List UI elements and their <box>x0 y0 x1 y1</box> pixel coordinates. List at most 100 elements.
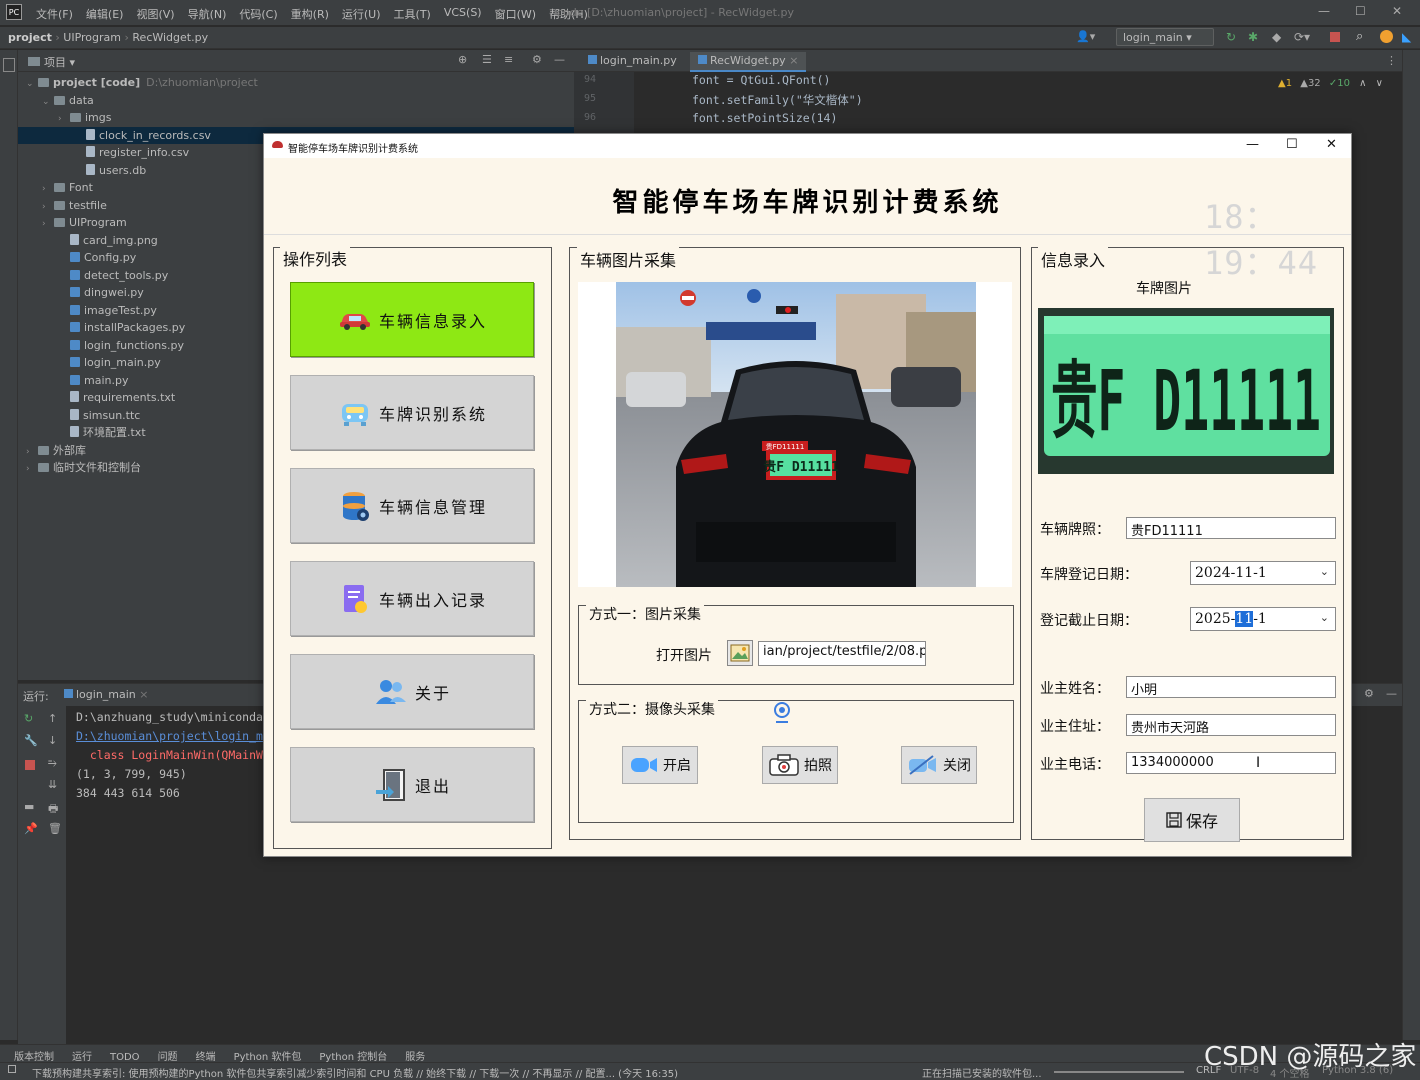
code-line: font = QtGui.QFont() <box>692 73 831 87</box>
expand-all-icon[interactable]: ☰ <box>482 53 492 66</box>
profile-icon[interactable]: ⟳▾ <box>1294 30 1310 44</box>
coverage-icon[interactable]: ◆ <box>1272 30 1281 44</box>
owner-phone-field[interactable]: 1334000000 <box>1126 752 1336 774</box>
python-file-icon <box>698 55 707 64</box>
locate-icon[interactable]: ⊕ <box>458 53 467 66</box>
app-heading: 智能停车场车牌识别计费系统 <box>612 188 1003 218</box>
register-date-select[interactable]: 2024-11-1 ⌄ <box>1190 561 1336 585</box>
owner-name-field[interactable]: 小明 <box>1126 676 1336 698</box>
collapse-all-icon[interactable]: ≡ <box>504 53 513 66</box>
pin-icon[interactable]: 📌 <box>24 822 38 835</box>
open-image-button[interactable] <box>727 640 753 666</box>
wrench-icon[interactable]: 🔧 <box>24 734 38 747</box>
project-panel-header: 项目 ▾ ⊕ ☰ ≡ ⚙ — <box>18 50 574 72</box>
maximize-icon[interactable]: ☐ <box>1286 137 1298 152</box>
scroll-end-icon[interactable]: ⇊ <box>48 778 57 791</box>
nav-button-1[interactable]: 车辆信息录入 <box>290 282 534 357</box>
hide-panel-icon[interactable]: — <box>554 53 565 66</box>
layout-icon[interactable]: ▬ <box>24 800 34 813</box>
chevron-right-icon[interactable]: › <box>58 111 70 129</box>
run-output[interactable]: D:\anzhuang_study\miniconda D:\zhuomian\… <box>76 710 263 805</box>
nav-button-3[interactable]: 车辆信息管理 <box>290 468 534 543</box>
rerun-icon[interactable]: ↻ <box>24 712 33 725</box>
settings-gear-icon[interactable]: ⚙ <box>1364 687 1374 700</box>
debug-icon[interactable]: ✱ <box>1248 30 1258 44</box>
scroll-up-icon[interactable]: ↑ <box>48 712 57 725</box>
nav-button-5[interactable]: 关于 <box>290 654 534 729</box>
expire-date-select[interactable]: 2025-11-1 ⌄ <box>1190 607 1336 631</box>
more-tabs-icon[interactable]: ⋮ <box>1386 54 1397 67</box>
chevron-right-icon[interactable]: › <box>42 216 54 234</box>
trash-icon[interactable]: 🗑 <box>48 822 62 835</box>
plugin-icon[interactable]: ◣ <box>1402 30 1411 44</box>
menu-item[interactable]: 重构(R) <box>291 6 329 22</box>
tab-login-main[interactable]: login_main.py <box>580 52 685 72</box>
save-button[interactable]: 保存 <box>1144 798 1240 842</box>
menu-item[interactable]: 工具(T) <box>394 6 431 22</box>
tree-item-label: Config.py <box>84 251 137 264</box>
nav-button-6[interactable]: 退出 <box>290 747 534 822</box>
owner-address-field[interactable]: 贵州市天河路 <box>1126 714 1336 736</box>
minimize-icon[interactable]: — <box>1246 137 1259 152</box>
chevron-down-icon[interactable]: ⌄ <box>42 94 54 112</box>
close-icon[interactable]: ✕ <box>1392 4 1402 18</box>
run-label: 运行: <box>23 690 49 703</box>
project-panel-title[interactable]: 项目 <box>44 56 66 69</box>
camera-close-button[interactable]: 关闭 <box>901 746 977 784</box>
menu-item[interactable]: 运行(U) <box>342 6 381 22</box>
tree-item[interactable]: › imgs <box>18 109 574 127</box>
stop-icon[interactable] <box>25 760 35 770</box>
hide-panel-icon[interactable]: — <box>1386 687 1397 700</box>
status-progress-text: 正在扫描已安装的软件包... <box>922 1069 1042 1080</box>
close-tab-icon[interactable]: × <box>139 688 148 701</box>
breadcrumb-folder[interactable]: UIProgram <box>63 31 121 44</box>
chevron-down-icon[interactable]: ∨ <box>1376 78 1383 89</box>
menu-item[interactable]: 编辑(E) <box>86 6 124 22</box>
tree-item[interactable]: ⌄ data <box>18 92 574 110</box>
tree-item[interactable]: ⌄ project [code] D:\zhuomian\project <box>18 74 574 92</box>
menu-item[interactable]: 导航(N) <box>188 6 227 22</box>
soft-wrap-icon[interactable]: ⥱ <box>48 756 57 770</box>
menu-item[interactable]: 视图(V) <box>136 6 174 22</box>
user-icon[interactable]: 👤▾ <box>1076 30 1095 43</box>
update-icon[interactable] <box>1380 30 1393 43</box>
breadcrumb-file[interactable]: RecWidget.py <box>132 31 208 44</box>
camera-capture-button[interactable]: 拍照 <box>762 746 838 784</box>
print-icon[interactable]: 🖶 <box>48 800 58 819</box>
right-tool-strip <box>1402 50 1420 1040</box>
chevron-up-icon[interactable]: ∧ <box>1359 78 1366 89</box>
search-icon[interactable]: ⌕ <box>1356 29 1363 44</box>
plate-number-field[interactable]: 贵FD11111 <box>1126 517 1336 539</box>
stop-icon[interactable] <box>1330 32 1340 42</box>
nav-button-4[interactable]: 车辆出入记录 <box>290 561 534 636</box>
inspection-widget[interactable]: ▲1 ▲32 ✓10 ∧ ∨ <box>1278 78 1383 89</box>
code-area[interactable]: font = QtGui.QFont() font.setFamily("华文楷… <box>692 73 863 130</box>
close-icon[interactable]: ✕ <box>1326 137 1337 152</box>
tab-recwidget[interactable]: RecWidget.py × <box>690 52 807 72</box>
maximize-icon[interactable]: ☐ <box>1355 4 1366 18</box>
exit-icon <box>373 768 409 802</box>
status-message[interactable]: 下载预构建共享索引: 使用预构建的Python 软件包共享索引减少索引时间和 C… <box>32 1065 678 1080</box>
nav-button-2[interactable]: 车牌识别系统 <box>290 375 534 450</box>
run-tab[interactable]: login_main × <box>64 688 149 701</box>
run-config-select[interactable]: login_main ▾ <box>1116 28 1214 46</box>
tree-item-label: simsun.ttc <box>83 408 141 422</box>
chevron-right-icon[interactable]: › <box>42 181 54 199</box>
nav-button-label: 车辆信息管理 <box>378 497 487 517</box>
menu-item[interactable]: 代码(C) <box>239 6 277 22</box>
minimize-icon[interactable]: — <box>1318 4 1330 18</box>
settings-gear-icon[interactable]: ⚙ <box>532 53 542 66</box>
output-link[interactable]: D:\zhuomian\project\login_m <box>76 729 263 748</box>
chevron-right-icon[interactable]: › <box>26 461 38 479</box>
rerun-icon[interactable]: ↻ <box>1226 30 1236 44</box>
image-path-field[interactable]: ian/project/testfile/2/08.png <box>758 641 926 666</box>
menu-item[interactable]: 窗口(W) <box>495 6 536 22</box>
project-tool-icon[interactable] <box>3 58 15 72</box>
scroll-down-icon[interactable]: ↓ <box>48 734 57 747</box>
camera-open-button[interactable]: 开启 <box>622 746 698 784</box>
breadcrumb-project[interactable]: project <box>8 31 52 44</box>
menu-item[interactable]: 文件(F) <box>36 6 73 22</box>
chevron-down-icon[interactable]: ⌄ <box>26 76 38 94</box>
close-tab-icon[interactable]: × <box>789 54 798 67</box>
menu-item[interactable]: VCS(S) <box>444 6 482 22</box>
